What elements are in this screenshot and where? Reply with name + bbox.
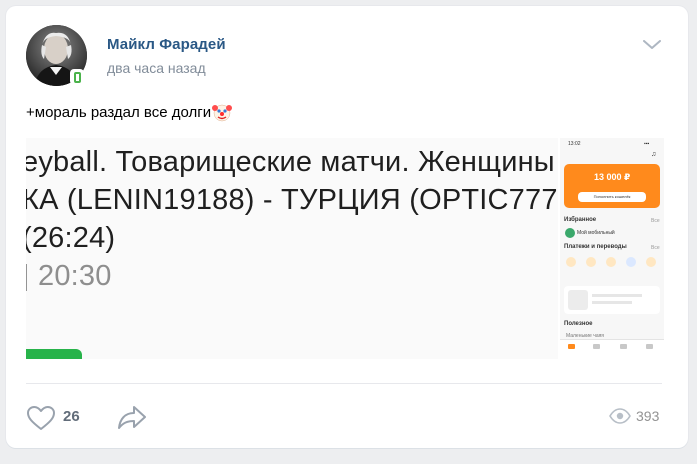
post-time[interactable]: два часа назад xyxy=(107,60,206,76)
view-count: 393 xyxy=(636,408,660,424)
footer-divider xyxy=(26,383,662,384)
payment-icon xyxy=(626,257,636,267)
heart-icon[interactable] xyxy=(26,405,56,431)
favorites-title: Избранное xyxy=(564,217,597,223)
payment-icon xyxy=(566,257,576,267)
payments-all: Все xyxy=(651,245,660,251)
wallet-balance-card: 13 000 ₽ Пополнить кошелёк xyxy=(564,164,660,208)
clown-face-icon xyxy=(212,104,233,122)
payment-icon xyxy=(646,257,656,267)
attached-photo-match[interactable]: eyball. Товарищеские матчи. Женщины КА (… xyxy=(26,138,558,359)
mobile-online-icon xyxy=(70,69,84,85)
wallet-topup-button: Пополнить кошелёк xyxy=(578,192,646,202)
like-count[interactable]: 26 xyxy=(63,408,80,425)
author-name[interactable]: Майкл Фарадей xyxy=(107,36,226,53)
post-text: +мораль раздал все долги xyxy=(26,102,233,122)
share-icon[interactable] xyxy=(117,404,147,430)
match-time-line: | 20:30 xyxy=(26,260,112,292)
phone-status-time: 13:02 xyxy=(568,141,581,147)
eye-icon xyxy=(609,408,631,424)
payment-icon xyxy=(586,257,596,267)
wallet-balance: 13 000 ₽ xyxy=(594,172,631,182)
phone-status-icons: ▪▪▪ xyxy=(644,141,650,147)
payment-icon xyxy=(606,257,616,267)
favorite-item-icon xyxy=(565,228,575,238)
favorites-all: Все xyxy=(651,218,660,224)
green-button-fragment xyxy=(26,349,82,359)
payments-title: Платежи и переводы xyxy=(564,244,627,250)
useful-title: Полезное xyxy=(564,321,593,327)
post-text-content: +мораль раздал все долги xyxy=(26,103,212,121)
favorite-item-label: Мой мобильный xyxy=(577,230,615,236)
match-score-line: (26:24) xyxy=(26,222,116,254)
bell-icon: ♫ xyxy=(651,151,657,158)
phone-tab-bar xyxy=(560,339,664,359)
attached-photo-wallet[interactable]: 13:02 ▪▪▪ ♫ 13 000 ₽ Пополнить кошелёк И… xyxy=(560,138,664,359)
match-teams-line: КА (LENIN19188) - ТУРЦИЯ (OPTIC777 xyxy=(26,184,558,216)
chevron-down-icon[interactable] xyxy=(643,40,661,50)
promo-card xyxy=(564,286,660,314)
match-title-line: eyball. Товарищеские матчи. Женщины xyxy=(26,146,555,178)
